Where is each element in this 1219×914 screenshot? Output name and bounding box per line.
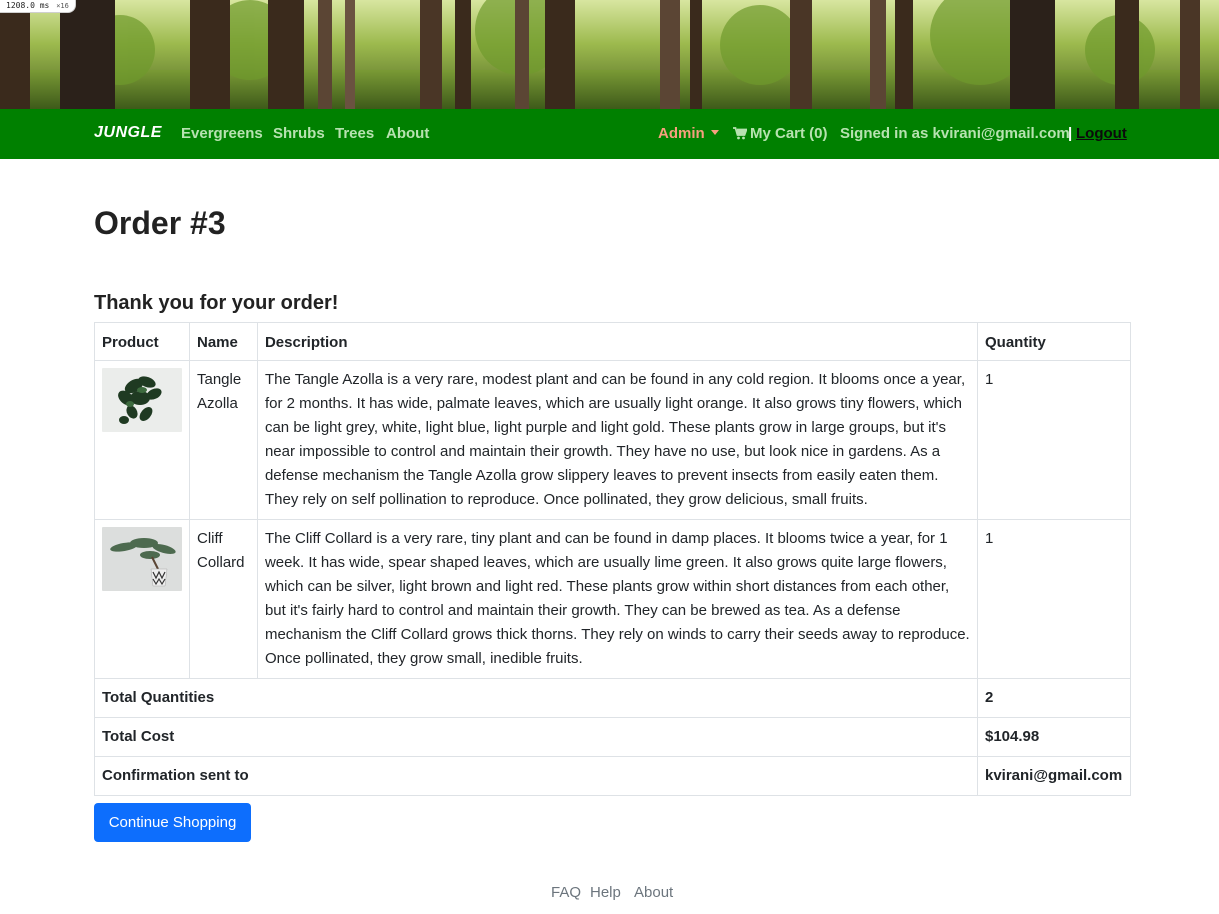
admin-label: Admin xyxy=(658,125,705,142)
perf-badge: 1208.0 ms ×16 xyxy=(0,0,76,13)
perf-unit: ms xyxy=(39,1,50,10)
confirmation-row: Confirmation sent to kvirani@gmail.com xyxy=(94,756,1132,796)
product-description: The Cliff Collard is a very rare, tiny p… xyxy=(256,519,978,679)
caret-down-icon xyxy=(710,130,719,135)
header-name: Name xyxy=(189,322,258,361)
total-cost-label: Total Cost xyxy=(94,717,978,757)
my-cart-label: My Cart (0) xyxy=(750,125,828,142)
cart-icon xyxy=(733,127,747,140)
product-image-cell xyxy=(94,360,190,520)
signed-in-text: Signed in as kvirani@gmail.com xyxy=(840,125,1070,142)
logout-link[interactable]: Logout xyxy=(1076,125,1127,142)
nav-separator: | xyxy=(1068,125,1073,142)
header-quantity: Quantity xyxy=(976,322,1132,361)
nav-link-trees[interactable]: Trees xyxy=(335,125,374,142)
total-quantities-row: Total Quantities 2 xyxy=(94,678,1132,718)
header-product: Product xyxy=(94,322,190,361)
product-name: Cliff Collard xyxy=(189,519,258,679)
nav-link-shrubs[interactable]: Shrubs xyxy=(273,125,325,142)
brand-logo[interactable]: JUNGLE xyxy=(94,124,162,142)
perf-sub: ×16 xyxy=(56,2,69,10)
my-cart-link[interactable]: My Cart (0) xyxy=(733,125,828,142)
thank-you-heading: Thank you for your order! xyxy=(94,292,339,314)
nav-link-evergreens[interactable]: Evergreens xyxy=(181,125,263,142)
confirmation-label: Confirmation sent to xyxy=(94,756,978,796)
order-table: Product Name Description Quantity Tangle… xyxy=(94,322,1132,796)
product-name: Tangle Azolla xyxy=(189,360,258,520)
product-quantity: 1 xyxy=(976,360,1132,520)
forest-image xyxy=(0,0,1219,109)
total-cost-row: Total Cost $104.98 xyxy=(94,717,1132,757)
plant-hanging-pothos-image xyxy=(102,368,182,432)
confirmation-email: kvirani@gmail.com xyxy=(976,756,1132,796)
table-row: Cliff Collard The Cliff Collard is a ver… xyxy=(94,519,1132,679)
plant-bonsai-pot-image xyxy=(102,527,182,591)
table-header-row: Product Name Description Quantity xyxy=(94,322,1132,361)
footer-link-help[interactable]: Help xyxy=(590,884,621,901)
page-title: Order #3 xyxy=(94,205,226,241)
footer-link-faq[interactable]: FAQ xyxy=(551,884,581,901)
product-quantity: 1 xyxy=(976,519,1132,679)
top-navbar: JUNGLE Evergreens Shrubs Trees About Adm… xyxy=(0,109,1219,159)
table-row: Tangle Azolla The Tangle Azolla is a ver… xyxy=(94,360,1132,520)
total-quantities-value: 2 xyxy=(976,678,1132,718)
nav-link-about[interactable]: About xyxy=(386,125,429,142)
header-description: Description xyxy=(256,322,978,361)
perf-value: 1208.0 xyxy=(6,1,35,10)
header-banner: 1208.0 ms ×16 xyxy=(0,0,1219,109)
product-image-cell xyxy=(94,519,190,679)
total-cost-value: $104.98 xyxy=(976,717,1132,757)
product-description: The Tangle Azolla is a very rare, modest… xyxy=(256,360,978,520)
total-quantities-label: Total Quantities xyxy=(94,678,978,718)
continue-shopping-button[interactable]: Continue Shopping xyxy=(94,803,251,842)
footer-link-about[interactable]: About xyxy=(634,884,673,901)
admin-dropdown[interactable]: Admin xyxy=(658,125,719,142)
